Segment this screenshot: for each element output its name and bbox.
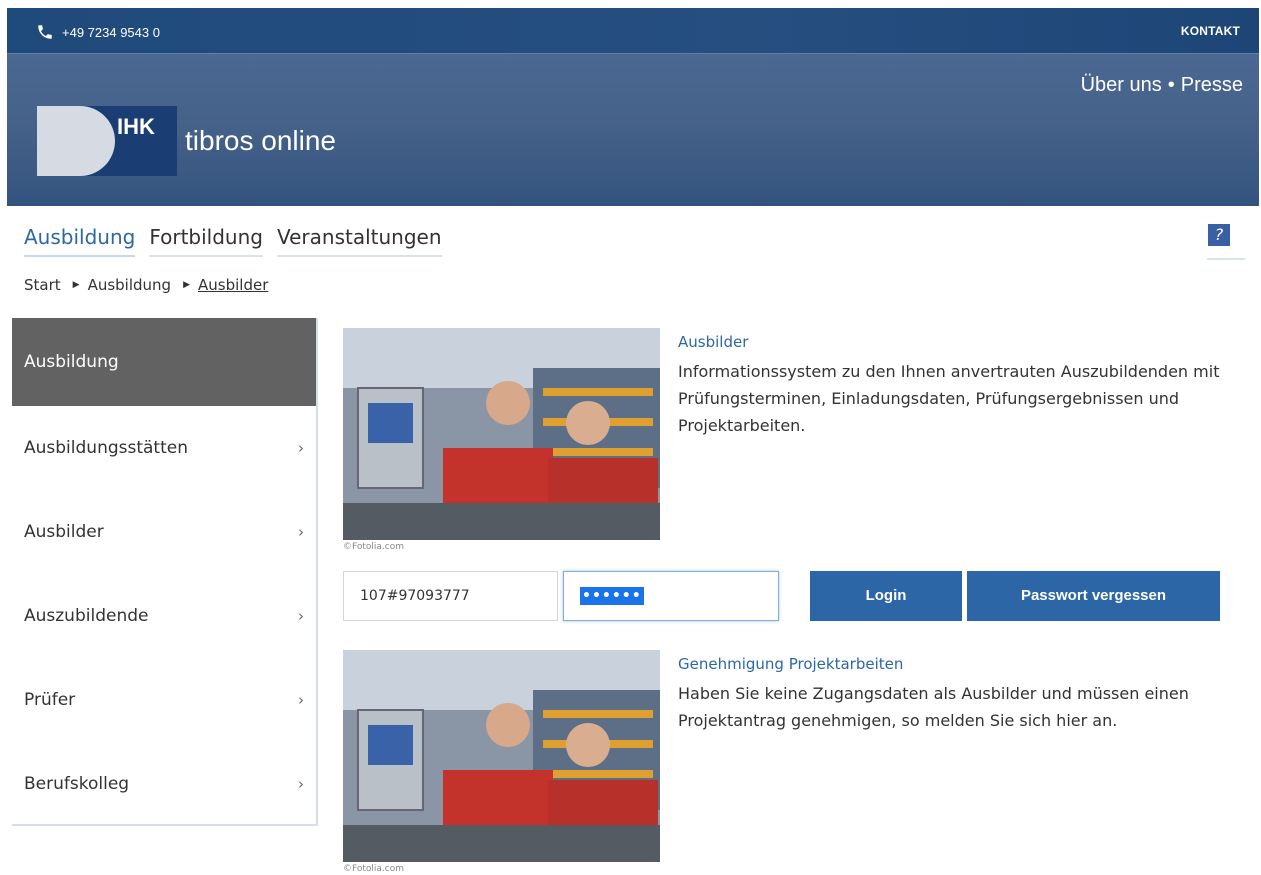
sidebar-item-label: Ausbildung [24, 352, 119, 372]
image-credit: ©Fotolia.com [343, 864, 404, 874]
chevron-right-icon: › [298, 523, 304, 541]
site-header: Über uns • Presse IHK tibros online [7, 54, 1259, 206]
sidebar-item-label: Ausbilder [24, 522, 104, 542]
phone-number: +49 7234 9543 0 [62, 24, 160, 40]
username-input[interactable]: 107#97093777 [343, 571, 558, 621]
about-link[interactable]: Über uns [1081, 74, 1162, 96]
genehmigung-title: Genehmigung Projektarbeiten [678, 655, 904, 673]
separator-dot: • [1167, 74, 1175, 96]
breadcrumb-arrow-icon: ▶ [183, 280, 190, 290]
chevron-right-icon: › [298, 691, 304, 709]
password-input[interactable]: •••••• [563, 571, 779, 621]
sidebar-item-label: Prüfer [24, 690, 76, 710]
logo-title: tibros online [185, 125, 336, 156]
workers-photo-2 [343, 650, 660, 862]
sidebar: Ausbildung Ausbildungsstätten › Ausbilde… [12, 318, 318, 826]
help-container: ? [1207, 224, 1245, 260]
sidebar-item-ausbilder[interactable]: Ausbilder › [12, 490, 316, 574]
workers-photo [343, 328, 660, 540]
login-button[interactable]: Login [810, 571, 962, 621]
ihk-logo-mark: IHK [37, 106, 177, 176]
breadcrumb-start[interactable]: Start [24, 276, 61, 294]
site-logo[interactable]: IHK tibros online [37, 106, 336, 176]
password-value: •••••• [580, 587, 644, 605]
phone-icon [38, 25, 52, 39]
help-icon[interactable]: ? [1208, 224, 1230, 246]
tab-fortbildung[interactable]: Fortbildung [149, 225, 263, 257]
logo-ihk-text: IHK [117, 114, 155, 139]
tab-veranstaltungen[interactable]: Veranstaltungen [276, 225, 442, 257]
chevron-right-icon: › [298, 607, 304, 625]
sidebar-item-auszubildende[interactable]: Auszubildende › [12, 574, 316, 658]
press-link[interactable]: Presse [1181, 74, 1243, 96]
ausbilder-description: Informationssystem zu den Ihnen anvertra… [678, 362, 1220, 435]
sidebar-item-pruefer[interactable]: Prüfer › [12, 658, 316, 742]
breadcrumb-arrow-icon: ▶ [72, 280, 80, 290]
sidebar-item-label: Berufskolleg [24, 774, 130, 794]
sidebar-item-ausbildung[interactable]: Ausbildung [12, 318, 316, 406]
sidebar-item-label: Auszubildende [24, 606, 149, 626]
phone-contact[interactable]: +49 7234 9543 0 [36, 23, 160, 41]
sidebar-item-ausbildungsstaetten[interactable]: Ausbildungsstätten › [12, 406, 316, 490]
contact-link[interactable]: KONTAKT [1181, 24, 1240, 38]
sidebar-item-berufskolleg[interactable]: Berufskolleg › [12, 742, 316, 826]
workers-photo-illustration [343, 650, 660, 862]
main-nav: Ausbildung Fortbildung Veranstaltungen [24, 225, 456, 257]
tab-ausbildung[interactable]: Ausbildung [24, 225, 136, 257]
breadcrumb: Start ▶ Ausbildung ▶ Ausbilder [24, 276, 268, 294]
header-links: Über uns • Presse [1081, 74, 1243, 97]
genehmigung-description: Haben Sie keine Zugangsdaten als Ausbild… [678, 684, 1189, 730]
logo-shape [37, 106, 115, 176]
breadcrumb-ausbilder[interactable]: Ausbilder [198, 276, 268, 294]
forgot-password-button[interactable]: Passwort vergessen [967, 571, 1220, 621]
chevron-right-icon: › [298, 439, 304, 457]
workers-photo-illustration [343, 328, 660, 540]
ausbilder-title: Ausbilder [678, 333, 749, 351]
top-bar: +49 7234 9543 0 KONTAKT [7, 8, 1259, 54]
breadcrumb-ausbildung[interactable]: Ausbildung [88, 276, 172, 294]
sidebar-item-label: Ausbildungsstätten [24, 438, 188, 458]
chevron-right-icon: › [298, 775, 304, 793]
image-credit: ©Fotolia.com [343, 542, 404, 552]
